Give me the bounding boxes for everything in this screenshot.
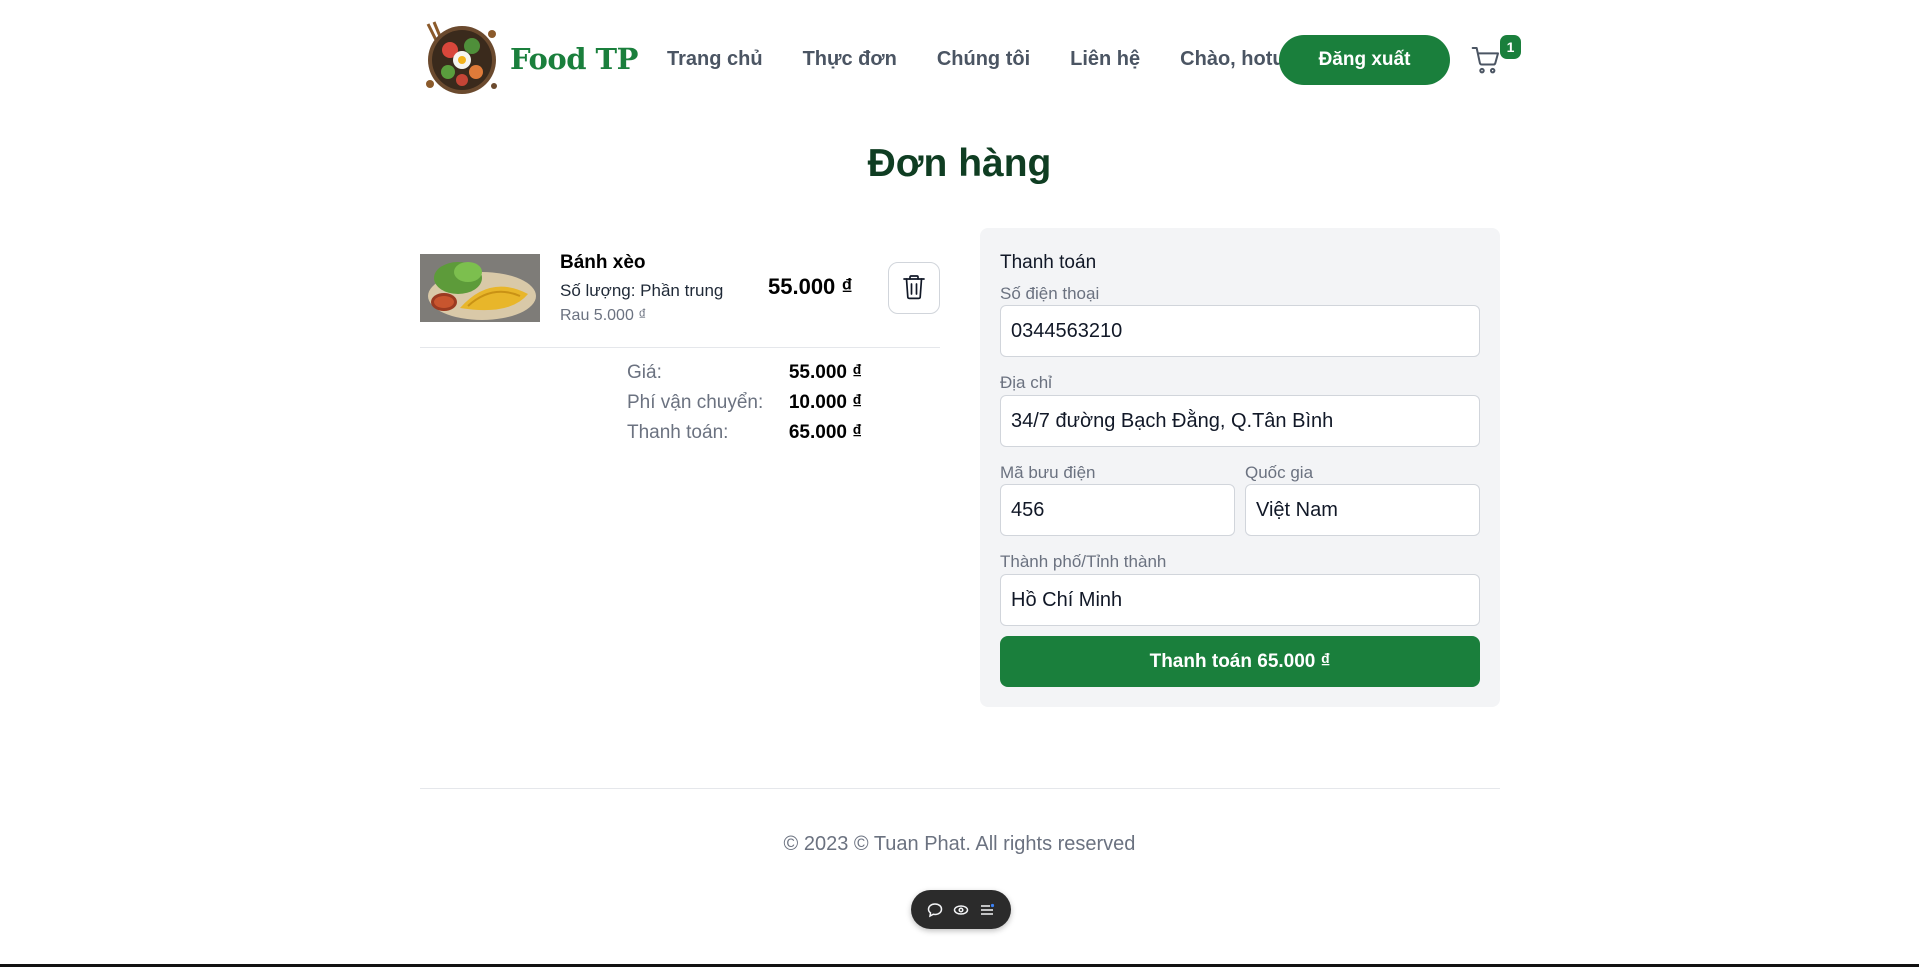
cart-count-badge: 1: [1500, 35, 1521, 59]
main-nav: Trang chủ Thực đơn Chúng tôi Liên hệ Chà…: [667, 48, 1301, 71]
menu-icon[interactable]: [977, 900, 997, 920]
address-input[interactable]: 34/7 đường Bạch Đằng, Q.Tân Bình: [1000, 395, 1480, 447]
nav-item-about[interactable]: Chúng tôi: [937, 48, 1030, 71]
banh-xeo-image: [420, 254, 540, 322]
brand-logo[interactable]: Food TP: [420, 20, 638, 98]
food-bowl-logo-icon: [420, 20, 502, 98]
order-summary: Giá: 55.000 ₫ Phí vận chuyển: 10.000 ₫ T…: [627, 362, 862, 452]
summary-value: 65.000 ₫: [788, 422, 862, 443]
footer-divider: [420, 788, 1500, 789]
summary-row-total: Thanh toán: 65.000 ₫: [627, 422, 862, 452]
country-input[interactable]: Việt Nam: [1245, 484, 1480, 536]
postal-code-label: Mã bưu điện: [1000, 463, 1096, 482]
summary-label: Phí vận chuyển:: [627, 392, 764, 413]
nav-item-menu[interactable]: Thực đơn: [803, 48, 897, 71]
logout-button[interactable]: Đăng xuất: [1279, 35, 1450, 85]
trash-icon: [902, 274, 926, 303]
address-label: Địa chỉ: [1000, 373, 1052, 392]
city-label: Thành phố/Tỉnh thành: [1000, 552, 1167, 571]
floating-toolbar: [911, 890, 1011, 929]
shopping-cart-icon[interactable]: [1470, 44, 1504, 78]
item-option: Rau 5.000 ₫: [560, 307, 647, 324]
nav-item-home[interactable]: Trang chủ: [667, 48, 763, 71]
country-label: Quốc gia: [1245, 463, 1314, 482]
city-input[interactable]: Hồ Chí Minh: [1000, 574, 1480, 626]
payment-panel: Thanh toán Số điện thoại 0344563210 Địa …: [980, 228, 1500, 707]
brand-name: Food TP: [510, 42, 638, 76]
summary-label: Giá:: [627, 362, 662, 383]
phone-label: Số điện thoại: [1000, 284, 1100, 303]
page-title: Đơn hàng: [867, 142, 1052, 185]
order-divider: [420, 347, 940, 348]
copyright-text: © 2023 © Tuan Phat. All rights reserved: [783, 833, 1136, 855]
summary-value: 55.000 ₫: [788, 362, 862, 383]
summary-value: 10.000 ₫: [788, 392, 862, 413]
delete-item-button[interactable]: [888, 262, 940, 314]
item-quantity: Số lượng: Phần trung: [560, 281, 724, 300]
item-name: Bánh xèo: [560, 252, 646, 273]
eye-icon[interactable]: [951, 900, 971, 920]
chat-icon[interactable]: [925, 900, 945, 920]
postal-code-input[interactable]: 456: [1000, 484, 1235, 536]
order-item: Bánh xèo Số lượng: Phần trung Rau 5.000 …: [420, 252, 940, 348]
nav-item-contact[interactable]: Liên hệ: [1070, 48, 1140, 71]
summary-row-shipping: Phí vận chuyển: 10.000 ₫: [627, 392, 862, 422]
summary-label: Thanh toán:: [627, 422, 729, 443]
checkout-button[interactable]: Thanh toán 65.000 ₫: [1000, 636, 1480, 687]
item-price: 55.000 ₫: [768, 274, 853, 299]
phone-input[interactable]: 0344563210: [1000, 305, 1480, 357]
payment-title: Thanh toán: [1000, 252, 1097, 273]
site-header: Food TP Trang chủ Thực đơn Chúng tôi Liê…: [420, 0, 1521, 120]
summary-row-price: Giá: 55.000 ₫: [627, 362, 862, 392]
